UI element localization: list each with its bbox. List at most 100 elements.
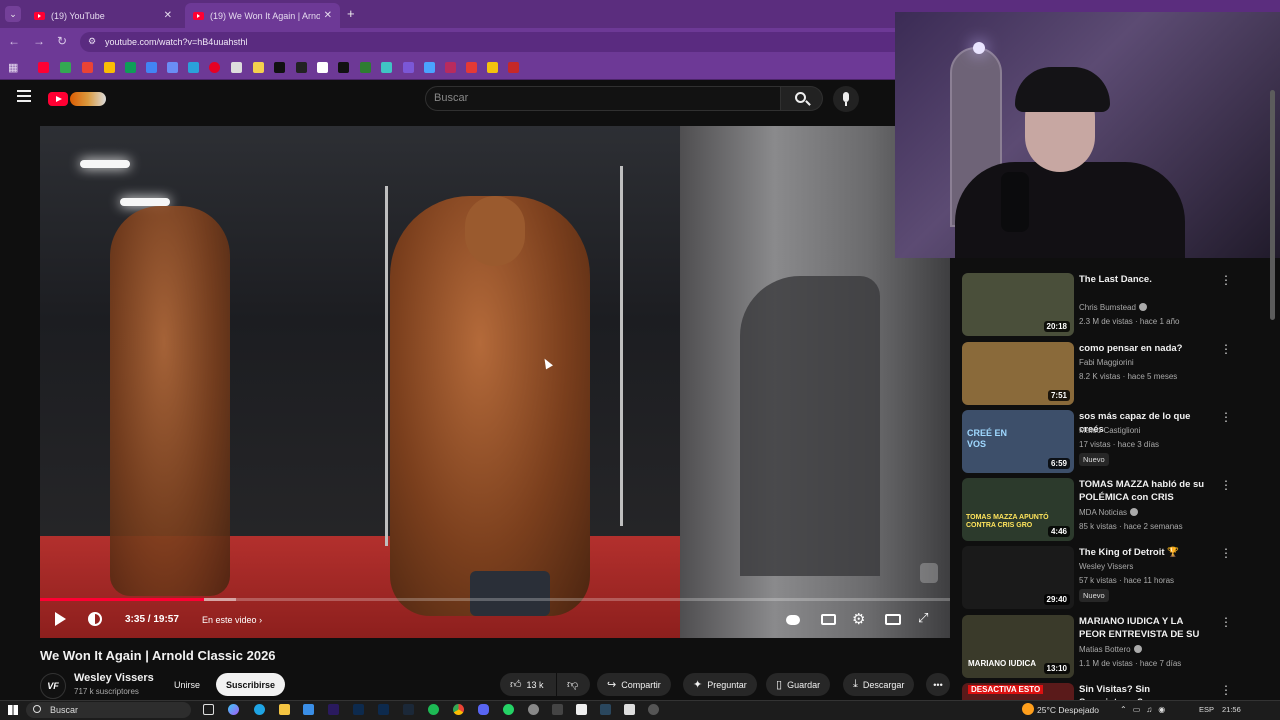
reload-icon[interactable]: ↻ xyxy=(57,34,67,48)
volume-icon[interactable] xyxy=(88,612,102,626)
bookmark-maps-icon[interactable] xyxy=(82,62,93,73)
recommendation-channel[interactable]: MDA Noticias xyxy=(1079,508,1139,517)
bookmark-drive-icon[interactable] xyxy=(60,62,71,73)
site-info-icon[interactable]: ⚙ xyxy=(88,36,96,47)
settings-gear-icon[interactable] xyxy=(528,704,539,715)
more-vertical-icon[interactable]: ⋮ xyxy=(1220,273,1232,287)
bookmark-sheets-icon[interactable] xyxy=(125,62,136,73)
recommendation-title[interactable]: como pensar en nada? xyxy=(1079,342,1209,355)
recommendation-channel[interactable]: Fabi Maggiorini xyxy=(1079,358,1134,367)
notion-icon[interactable] xyxy=(624,704,635,715)
video-thumbnail[interactable]: 29:40 xyxy=(962,546,1074,609)
back-arrow-icon[interactable]: ← xyxy=(8,34,20,48)
start-windows-icon[interactable] xyxy=(8,705,18,715)
recommendation-channel[interactable]: Matias Bottero xyxy=(1079,645,1142,654)
bookmark-app-icon[interactable] xyxy=(466,62,477,73)
bookmark-notes-icon[interactable] xyxy=(231,62,242,73)
video-thumbnail[interactable]: 20:18 xyxy=(962,273,1074,336)
subscribe-button[interactable]: Suscribirse xyxy=(216,673,286,696)
more-vertical-icon[interactable]: ⋮ xyxy=(1220,410,1232,424)
bookmark-app-icon[interactable] xyxy=(360,62,371,73)
bookmark-app-icon[interactable] xyxy=(445,62,456,73)
bookmark-photos-icon[interactable] xyxy=(104,62,115,73)
bookmark-app-icon[interactable] xyxy=(487,62,498,73)
share-button[interactable]: ↪ Compartir xyxy=(597,673,671,696)
tab-current-video[interactable]: (19) We Won It Again | Arnold C ✕ xyxy=(185,3,340,28)
save-button[interactable]: ▯ Guardar xyxy=(766,673,831,696)
recommendation-item[interactable]: MARIANO IUDICA 13:10 MARIANO IUDICA Y LA… xyxy=(962,615,1262,679)
chapter-button[interactable]: En este video › xyxy=(202,615,262,625)
tab-youtube-home[interactable]: (19) YouTube ✕ xyxy=(26,3,180,28)
search-input[interactable] xyxy=(425,86,781,111)
channel-watermark-icon[interactable] xyxy=(920,563,938,583)
recommendation-title[interactable]: The Last Dance. xyxy=(1079,273,1209,286)
bookmark-calendar-icon[interactable] xyxy=(146,62,157,73)
autoplay-toggle-icon[interactable] xyxy=(786,615,800,625)
channel-avatar[interactable]: VF xyxy=(40,673,66,699)
edge-icon[interactable] xyxy=(254,704,265,715)
video-thumbnail[interactable]: MARIANO IUDICA 13:10 xyxy=(962,615,1074,678)
subtitles-icon[interactable] xyxy=(821,614,836,625)
more-vertical-icon[interactable]: ⋮ xyxy=(1220,683,1232,697)
notion-icon[interactable] xyxy=(576,704,587,715)
recommendation-title[interactable]: MARIANO IUDICA Y LA PEOR ENTREVISTA DE S… xyxy=(1079,615,1209,641)
bookmark-notion-icon[interactable] xyxy=(274,62,285,73)
app-icon[interactable] xyxy=(552,704,563,715)
store-icon[interactable] xyxy=(303,704,314,715)
more-vertical-icon[interactable]: ⋮ xyxy=(1220,546,1232,560)
steam-icon[interactable] xyxy=(600,704,611,715)
close-tab-icon[interactable]: ✕ xyxy=(324,10,332,21)
chrome-icon[interactable] xyxy=(453,704,464,715)
bookmark-translate-icon[interactable] xyxy=(167,62,178,73)
youtube-logo-icon[interactable] xyxy=(48,92,68,106)
search-button[interactable] xyxy=(781,86,823,111)
channel-name[interactable]: Wesley Vissers xyxy=(74,672,154,684)
settings-gear-icon[interactable]: ⚙ xyxy=(852,610,865,628)
progress-bar[interactable] xyxy=(40,598,950,601)
recommendation-item[interactable]: TOMAS MAZZA APUNTÓ CONTRA CRIS GRO 4:46 … xyxy=(962,478,1262,542)
new-tab-button[interactable]: + xyxy=(347,6,355,21)
dislike-button[interactable]: 👎︎ xyxy=(557,673,590,696)
bookmark-app-icon[interactable] xyxy=(317,62,328,73)
file-explorer-icon[interactable] xyxy=(279,704,290,715)
premiere-icon[interactable] xyxy=(328,704,339,715)
more-vertical-icon[interactable]: ⋮ xyxy=(1220,615,1232,629)
video-player[interactable]: 3:35 / 19:57 En este video › ⚙ ⤢ xyxy=(40,126,950,638)
bookmark-app-icon[interactable] xyxy=(338,62,349,73)
bookmark-capcut-icon[interactable] xyxy=(296,62,307,73)
apps-grid-icon[interactable]: ▦ xyxy=(8,61,18,74)
join-button[interactable]: Unirse xyxy=(172,673,202,696)
bookmark-app-icon[interactable] xyxy=(403,62,414,73)
photoshop-icon[interactable] xyxy=(353,704,364,715)
forward-arrow-icon[interactable]: → xyxy=(33,34,45,48)
app-icon[interactable] xyxy=(648,704,659,715)
bookmark-app-icon[interactable] xyxy=(508,62,519,73)
recommendation-channel[interactable]: Wesley Vissers xyxy=(1079,562,1133,571)
bookmark-telegram-icon[interactable] xyxy=(188,62,199,73)
recommendation-title[interactable]: The King of Detroit 🏆 xyxy=(1079,546,1209,559)
recommendation-channel[interactable]: Chris Bumstead xyxy=(1079,303,1147,312)
whatsapp-icon[interactable] xyxy=(503,704,514,715)
bookmark-vector-icon[interactable] xyxy=(381,62,392,73)
bookmark-app-icon[interactable] xyxy=(424,62,435,73)
tray-icons[interactable]: ⌃▭♫◉ xyxy=(1120,705,1171,714)
ask-button[interactable]: ✦ Preguntar xyxy=(683,673,757,696)
video-thumbnail[interactable]: 7:51 xyxy=(962,342,1074,405)
copilot-icon[interactable] xyxy=(228,704,239,715)
hamburger-menu-icon[interactable] xyxy=(17,90,31,102)
task-view-icon[interactable] xyxy=(203,704,214,715)
play-icon[interactable] xyxy=(55,612,66,626)
clock[interactable]: 21:56 xyxy=(1222,705,1241,714)
recommendation-item[interactable]: CREÉ EN VOS 6:59 sos más capaz de lo que… xyxy=(962,410,1262,474)
video-thumbnail[interactable]: CREÉ EN VOS 6:59 xyxy=(962,410,1074,473)
close-tab-icon[interactable]: ✕ xyxy=(164,10,172,21)
tab-list-button[interactable]: ⌄ xyxy=(5,6,21,22)
voice-search-button[interactable] xyxy=(833,86,859,112)
more-vertical-icon[interactable]: ⋮ xyxy=(1220,342,1232,356)
weather-text[interactable]: 25°C Despejado xyxy=(1037,705,1099,715)
language-indicator[interactable]: ESP xyxy=(1199,705,1214,714)
bookmark-app-icon[interactable] xyxy=(253,62,264,73)
steam-icon[interactable] xyxy=(403,704,414,715)
recommendation-title[interactable]: TOMAS MAZZA habló de su POLÉMICA con CRI… xyxy=(1079,478,1209,504)
recommendation-item[interactable]: DESACTIVA ESTO Sin Visitas? Sin Suscript… xyxy=(962,683,1262,700)
